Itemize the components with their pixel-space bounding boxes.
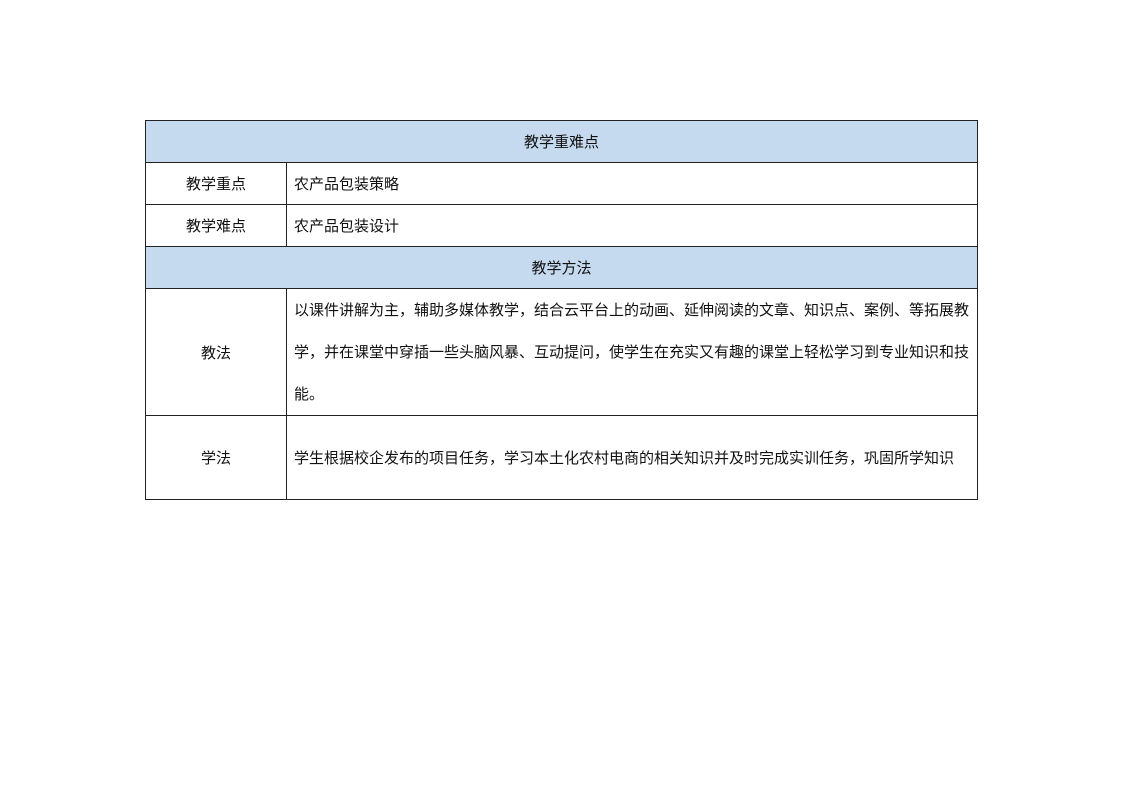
teaching-plan-table: 教学重难点 教学重点 农产品包装策略 教学难点 农产品包装设计 教学方法 教法 …: [144, 120, 979, 500]
row-label-study-method: 学法: [145, 415, 287, 500]
row-value-teaching-method: 以课件讲解为主，辅助多媒体教学，结合云平台上的动画、延伸阅读的文章、知识点、案例…: [285, 288, 979, 416]
row-label-focus: 教学重点: [145, 162, 287, 205]
table-row-focus: 教学重点 农产品包装策略: [145, 162, 979, 205]
row-label-difficulty: 教学难点: [145, 204, 287, 247]
section-header-row-methods: 教学方法: [144, 246, 979, 289]
row-value-difficulty: 农产品包装设计: [285, 204, 979, 247]
section-header-key-points: 教学重难点: [144, 120, 979, 163]
table-row-teaching-method: 教法 以课件讲解为主，辅助多媒体教学，结合云平台上的动画、延伸阅读的文章、知识点…: [145, 288, 979, 416]
row-label-teaching-method: 教法: [145, 288, 287, 416]
row-value-focus: 农产品包装策略: [285, 162, 979, 205]
section-header-methods: 教学方法: [144, 246, 979, 289]
table-row-difficulty: 教学难点 农产品包装设计: [145, 204, 979, 247]
section-header-row-key-points: 教学重难点: [144, 120, 979, 163]
row-value-study-method: 学生根据校企发布的项目任务，学习本土化农村电商的相关知识并及时完成实训任务，巩固…: [285, 415, 979, 500]
table-row-study-method: 学法 学生根据校企发布的项目任务，学习本土化农村电商的相关知识并及时完成实训任务…: [145, 415, 979, 500]
